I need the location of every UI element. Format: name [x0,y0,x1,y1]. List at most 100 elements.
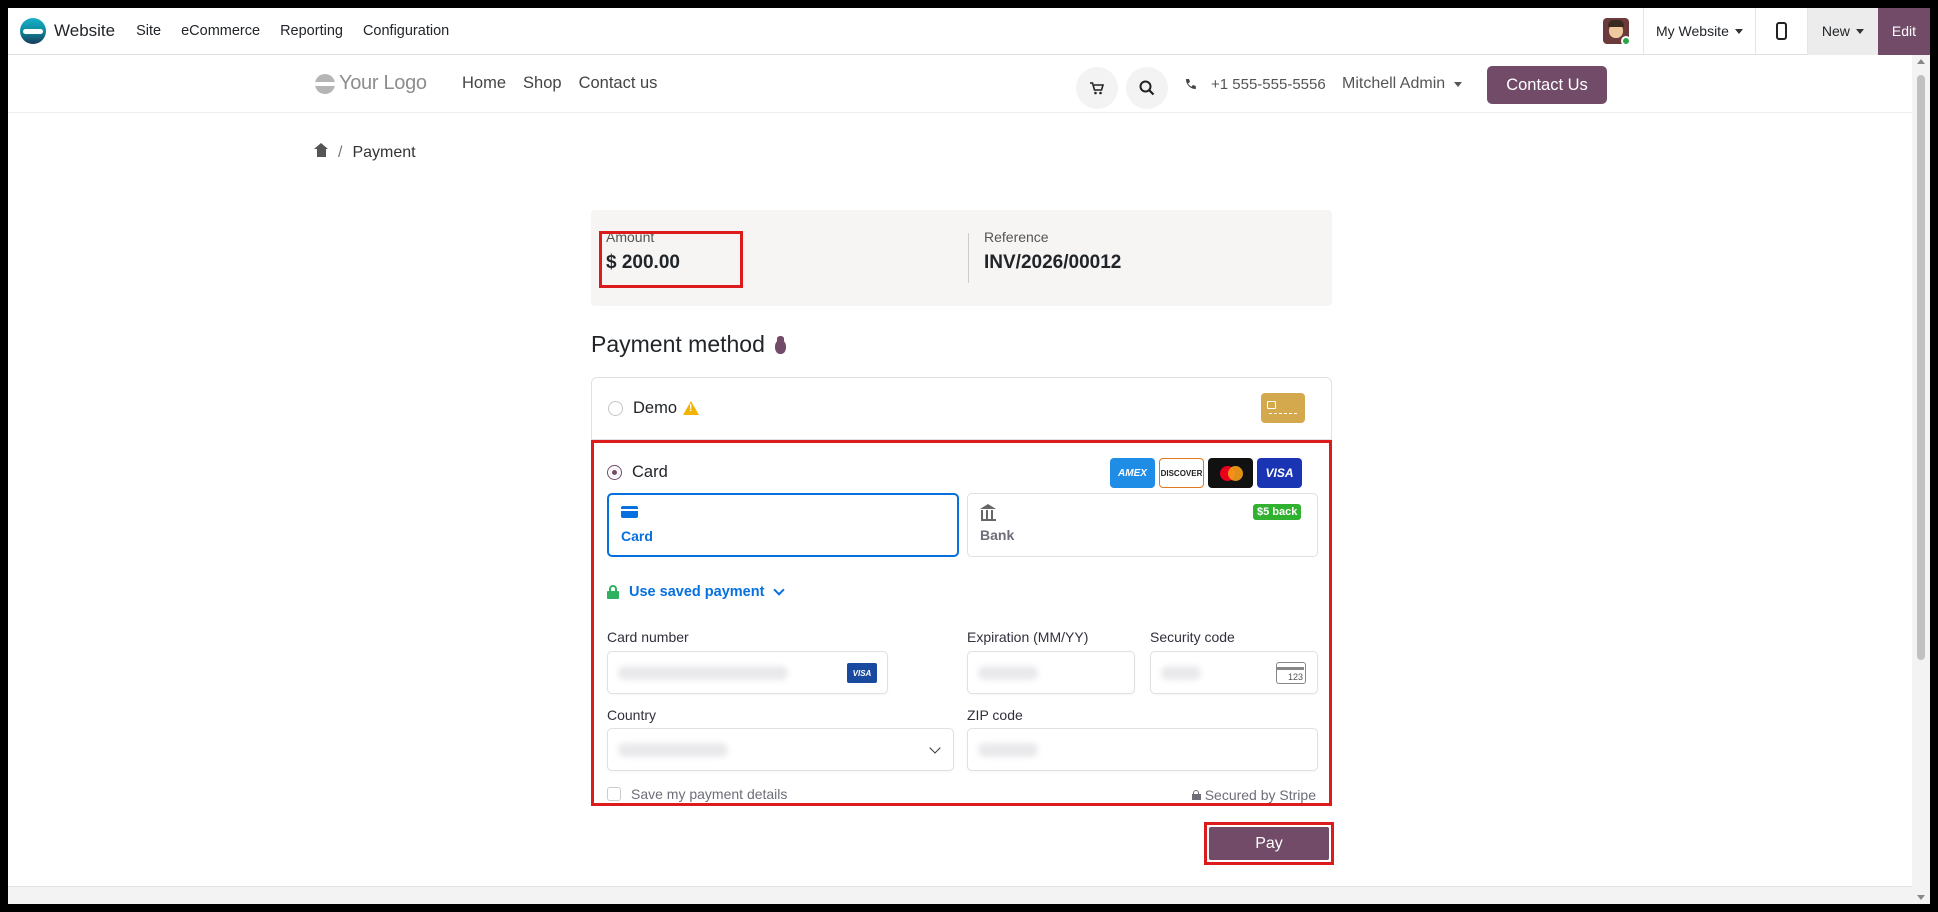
user-menu-dropdown[interactable]: Mitchell Admin [1342,75,1463,93]
card-brands: AMEX DISCOVER VISA [1110,458,1306,488]
contact-us-button[interactable]: Contact Us [1487,66,1607,104]
site-logo[interactable]: Your Logo [315,72,427,95]
new-label: New [1821,23,1850,39]
blurred-value [978,666,1038,680]
demo-card-icon [1261,393,1305,423]
country-label: Country [607,707,657,723]
nav-contact-us[interactable]: Contact us [579,74,658,93]
my-website-label: My Website [1655,23,1729,39]
chevron-down-icon [773,584,786,596]
top-menu: Site eCommerce Reporting Configuration [126,23,459,39]
search-button[interactable] [1126,67,1168,109]
bug-icon [771,335,789,355]
demo-radio[interactable] [608,401,623,416]
mastercard-yellow-circle [1228,466,1243,481]
save-payment-details[interactable]: Save my payment details [607,786,787,802]
site-nav: Home Shop Contact us [462,74,674,93]
lock-icon [1191,790,1201,800]
pay-button[interactable]: Pay [1209,827,1329,860]
visa-icon: VISA [1257,458,1302,488]
breadcrumb: / Payment [314,142,416,162]
tab-bank[interactable]: Bank $5 back [967,493,1318,557]
summary-divider [968,233,969,283]
menu-configuration[interactable]: Configuration [353,23,459,39]
breadcrumb-current: Payment [352,144,416,161]
nav-home[interactable]: Home [462,74,506,93]
amex-icon: AMEX [1110,458,1155,488]
edit-button[interactable]: Edit [1877,8,1930,55]
country-select[interactable] [607,728,954,771]
zip-code-label: ZIP code [967,707,1023,723]
scroll-up-arrow-icon[interactable] [1917,59,1925,64]
chevron-down-icon [929,742,941,754]
cart-icon [1090,81,1104,94]
bank-icon [980,504,997,521]
use-saved-payment-link[interactable]: Use saved payment [607,584,786,600]
scroll-down-arrow-icon[interactable] [1917,895,1925,900]
blurred-value [978,743,1038,757]
logo-text: Your Logo [339,72,427,94]
card-radio[interactable] [607,465,622,480]
cashback-badge: $5 back [1253,504,1302,520]
demo-label: Demo [633,399,678,417]
browser-frame: Website Site eCommerce Reporting Configu… [8,8,1930,904]
secured-by-label: Secured by Stripe [1204,787,1316,803]
scrollbar-thumb[interactable] [1917,75,1925,660]
cart-button[interactable] [1076,67,1118,109]
zip-code-input[interactable] [967,728,1318,771]
mastercard-icon [1208,458,1253,488]
card-number-label: Card number [607,629,689,645]
blurred-value [618,666,788,680]
expiration-label: Expiration (MM/YY) [967,629,1089,645]
payment-method-heading: Payment method [591,331,765,357]
tab-bank-label: Bank [980,527,1015,543]
security-code-input[interactable]: 123 [1150,651,1318,694]
nav-shop[interactable]: Shop [523,74,562,93]
card-payment-option: Card AMEX DISCOVER VISA Card Bank $5 bac… [591,440,1332,806]
phone-text: +1 555-555-5556 [1211,76,1326,93]
menu-reporting[interactable]: Reporting [270,23,353,39]
tab-card-label: Card [621,528,653,544]
odoo-website-icon [20,18,46,44]
site-header: Your Logo Home Shop Contact us +1 555-55… [8,55,1912,113]
visa-badge-icon: VISA [847,663,877,683]
warning-icon [683,401,699,415]
demo-payment-option[interactable]: Demo [591,377,1332,440]
reference-value: INV/2026/00012 [984,252,1122,273]
app-name: Website [54,21,116,40]
save-payment-label: Save my payment details [631,786,788,802]
search-icon [1139,80,1155,96]
topbar-right: My Website New Edit [1590,8,1930,55]
blurred-value [618,743,728,757]
page-scrollbar[interactable] [1912,55,1930,904]
new-button[interactable]: New [1807,8,1878,55]
caret-down-icon [1454,81,1463,87]
app-brand[interactable]: Website [20,18,115,44]
expiration-input[interactable] [967,651,1135,694]
mobile-preview-button[interactable] [1756,8,1808,55]
menu-ecommerce[interactable]: eCommerce [171,23,270,39]
phone-icon [1186,79,1196,89]
caret-down-icon [1855,28,1864,34]
payment-method-title: Payment method [591,331,789,358]
menu-site[interactable]: Site [126,23,171,39]
pay-highlight-box: Pay [1204,822,1334,865]
user-name: Mitchell Admin [1342,75,1446,92]
cvc-hint: 123 [1287,672,1303,682]
logo-icon [315,73,335,94]
phone-number[interactable]: +1 555-555-5556 [1184,76,1326,93]
lock-icon [607,585,619,599]
my-website-dropdown[interactable]: My Website [1644,8,1756,55]
user-avatar-button[interactable] [1590,8,1644,55]
odoo-topbar: Website Site eCommerce Reporting Configu… [8,8,1930,55]
home-icon[interactable] [314,142,328,159]
security-code-label: Security code [1150,629,1235,645]
save-payment-checkbox[interactable] [607,787,621,801]
credit-card-icon [621,506,638,518]
reference-label: Reference [984,229,1049,245]
card-number-input[interactable]: VISA [607,651,888,694]
online-status-icon [1620,35,1631,46]
tab-card[interactable]: Card [607,493,959,557]
blurred-value [1161,666,1201,680]
cvc-card-icon: 123 [1276,662,1306,684]
